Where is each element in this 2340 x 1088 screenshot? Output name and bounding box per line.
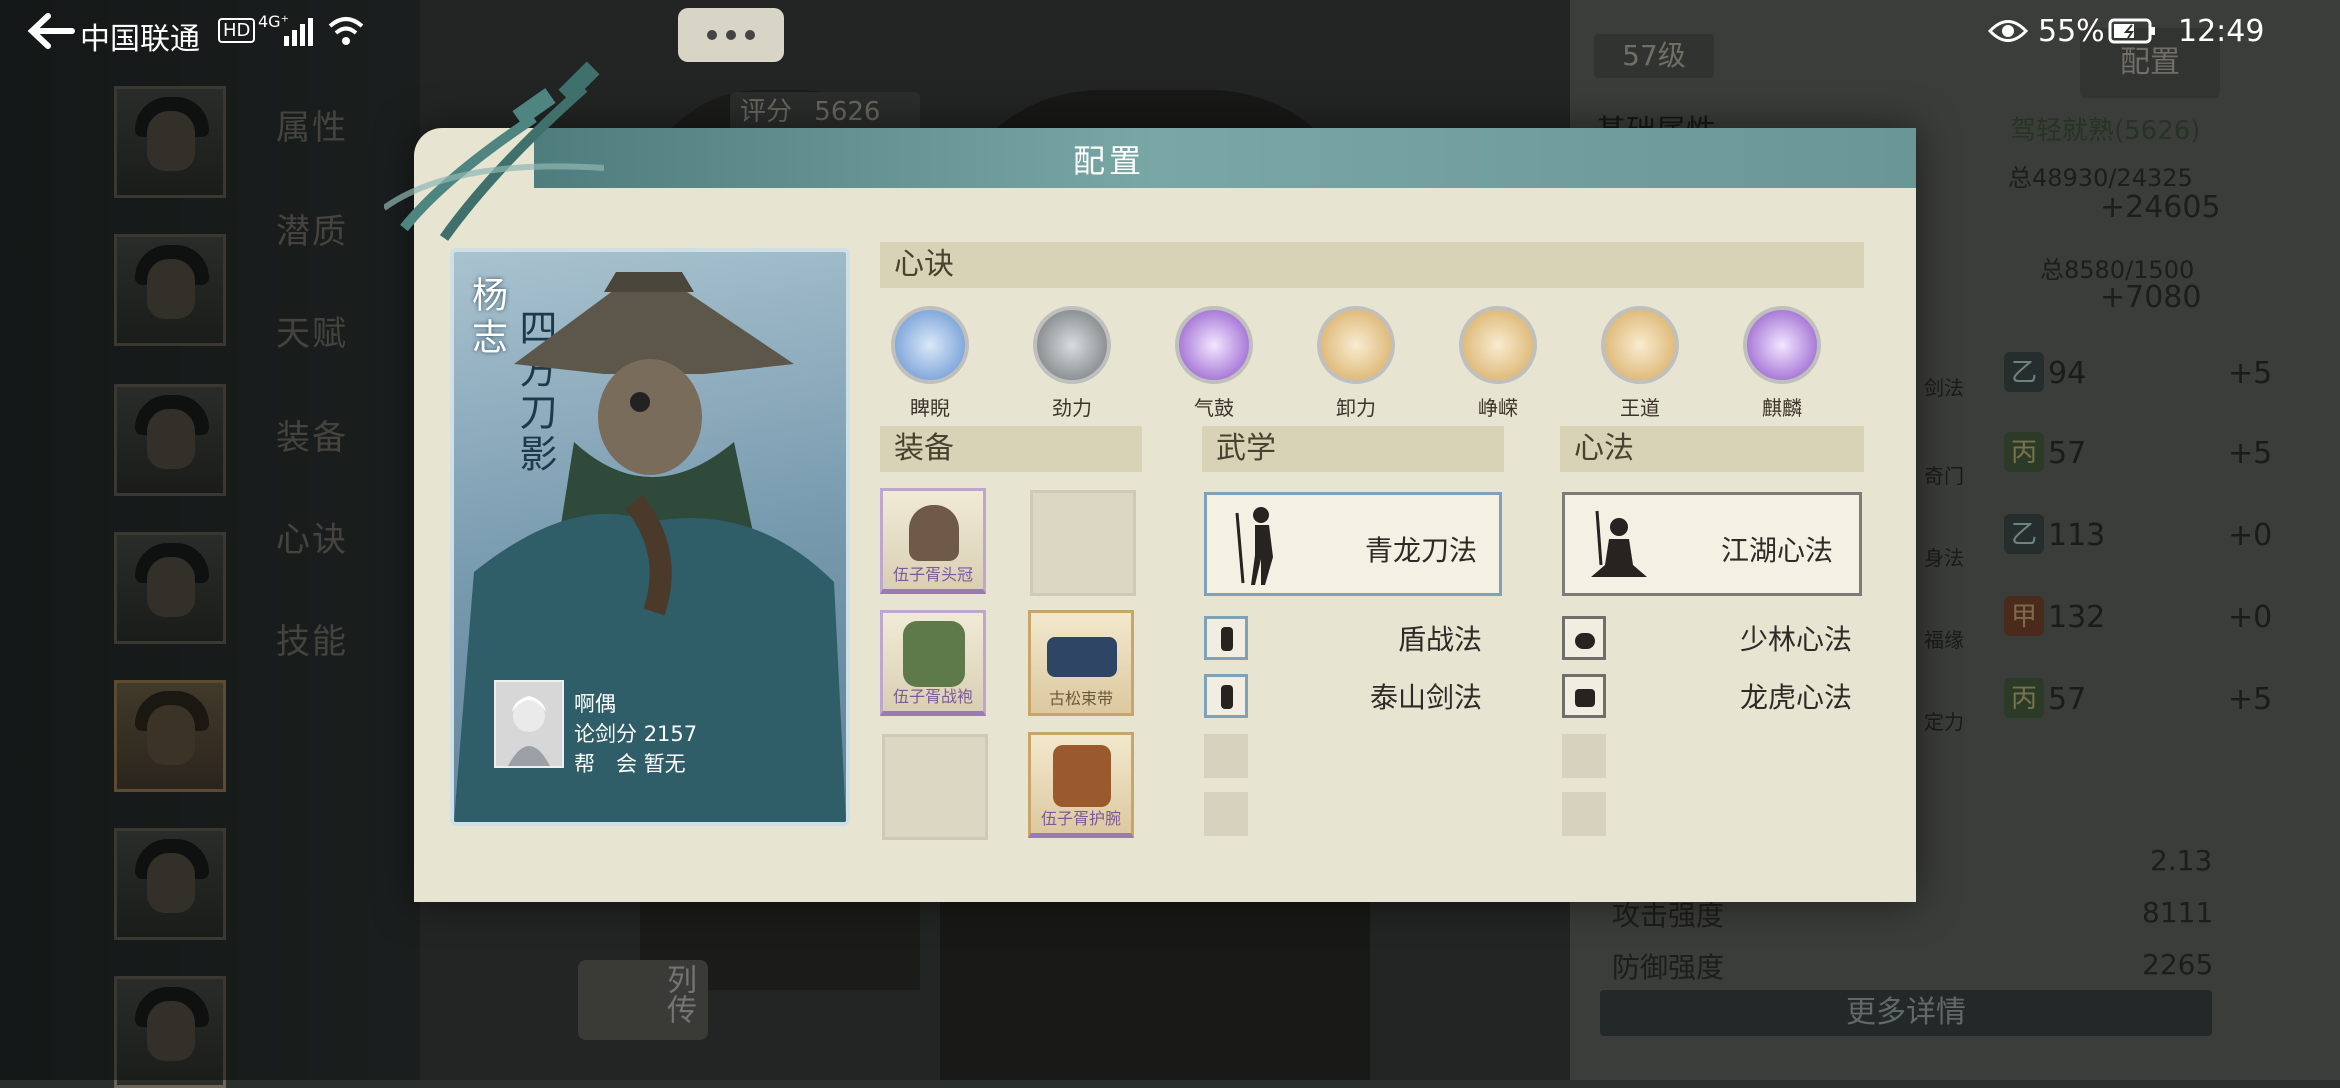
xinjue-label: 卸力 [1336,396,1376,420]
status-bar: 中国联通 HD 4G⁺ 55% 12:49 [0,0,2340,64]
martial-figure-icon [1229,503,1289,587]
bracer-icon [1053,745,1111,807]
equip-slot-armor[interactable]: 伍子胥战袍 [880,610,986,716]
equip-slot-belt[interactable]: 古松束带 [1028,610,1134,716]
rank-label: 论剑分 [574,722,637,746]
xinjue-item-4[interactable]: 峥嵘 [1448,300,1548,420]
qilin-icon [1743,306,1821,384]
hd-badge: HD [218,18,256,43]
wifi-icon [326,14,366,48]
xinfa-main-skill[interactable]: 江湖心法 [1562,492,1862,596]
player-rank: 论剑分 2157 [574,718,697,748]
battery-icon [2108,16,2158,46]
xinjue-label: 气鼓 [1194,396,1234,420]
xinfa-item-1[interactable]: 少林心法 [1740,618,1852,658]
xinjue-item-5[interactable]: 王道 [1590,300,1690,420]
dialog-header [534,128,1916,188]
qi-orb-icon [1175,306,1253,384]
beast-icon [1459,306,1537,384]
meditation-icon [1587,505,1651,589]
taiji-icon [1317,306,1395,384]
player-avatar[interactable] [494,680,564,768]
xinjue-header: 心诀 [880,242,1864,288]
battery-percent: 55% [2038,14,2105,49]
robe-icon [903,621,965,687]
pinni-icon [891,306,969,384]
xinjue-row: 睥睨 劲力 气鼓 卸力 峥嵘 王道 麒麟 [880,300,1864,420]
xinjue-label: 麒麟 [1762,396,1802,420]
equip-slot-helmet[interactable]: 伍子胥头冠 [880,488,986,594]
wuxue-main-name: 青龙刀法 [1365,534,1478,567]
xinjue-item-0[interactable]: 睥睨 [880,300,980,420]
equip-name: 伍子胥护腕 [1040,809,1121,828]
wuxue-header: 武学 [1202,426,1504,472]
equip-slot-empty-2[interactable] [882,734,988,840]
xinjue-item-6[interactable]: 麒麟 [1732,300,1832,420]
clock: 12:49 [2178,14,2265,49]
wuxue-item-1[interactable]: 盾战法 [1398,618,1482,658]
equipment-header: 装备 [880,426,1142,472]
xinfa-item-2[interactable]: 龙虎心法 [1740,676,1852,716]
guild-value: 暂无 [643,752,686,776]
xinfa-empty-slot-2[interactable] [1562,792,1606,836]
crossed-swords-icon [382,58,605,248]
belt-icon [1047,637,1117,677]
xinfa-empty-slot-1[interactable] [1562,734,1606,778]
signal-icon [282,16,316,46]
hero-card: 杨志 四方刀影 啊偶 论剑分 2157 帮 会 暂无 [450,248,850,826]
rank-value: 2157 [643,722,698,746]
helmet-icon [909,505,959,561]
wuxue-empty-slot-2[interactable] [1204,792,1248,836]
eye-icon [1987,16,2029,46]
sword-fighter-icon[interactable] [1204,674,1248,718]
equip-name: 伍子胥战袍 [892,687,973,706]
guild-label: 帮 会 [574,752,637,776]
wuxue-item-2[interactable]: 泰山剑法 [1370,676,1482,716]
xinjue-label: 峥嵘 [1478,396,1518,420]
equip-slot-empty[interactable] [1030,490,1136,596]
xinjue-item-3[interactable]: 卸力 [1306,300,1406,420]
wuxue-main-skill[interactable]: 青龙刀法 [1204,492,1502,596]
player-name: 啊偶 [574,692,616,716]
wuxue-empty-slot-1[interactable] [1204,734,1248,778]
equip-name: 古松束带 [1048,689,1113,708]
xinjue-label: 睥睨 [910,396,950,420]
player-guild: 帮 会 暂无 [574,748,686,778]
equip-slot-bracer[interactable]: 伍子胥护腕 [1028,732,1134,838]
xinjue-label: 王道 [1620,396,1660,420]
chat-bubble-icon[interactable] [678,8,784,62]
config-dialog: 配置 杨志 四方刀影 啊偶 论剑分 2157 帮 会 暂无 心诀 睥睨 劲力 气… [382,61,1916,902]
fist-icon [1033,306,1111,384]
dragon-icon [1601,306,1679,384]
xinjue-item-2[interactable]: 气鼓 [1164,300,1264,420]
xinfa-main-name: 江湖心法 [1721,534,1834,567]
xinfa-header: 心法 [1560,426,1864,472]
equip-name: 伍子胥头冠 [892,565,973,584]
dragon-tiger-icon[interactable] [1562,674,1606,718]
dialog-title: 配置 [1072,142,1145,180]
back-arrow-icon[interactable] [22,6,82,56]
shaolin-monk-icon[interactable] [1562,616,1606,660]
xinjue-label: 劲力 [1052,396,1092,420]
carrier-label: 中国联通 [80,22,200,57]
xinjue-item-1[interactable]: 劲力 [1022,300,1122,420]
shield-fighter-icon[interactable] [1204,616,1248,660]
